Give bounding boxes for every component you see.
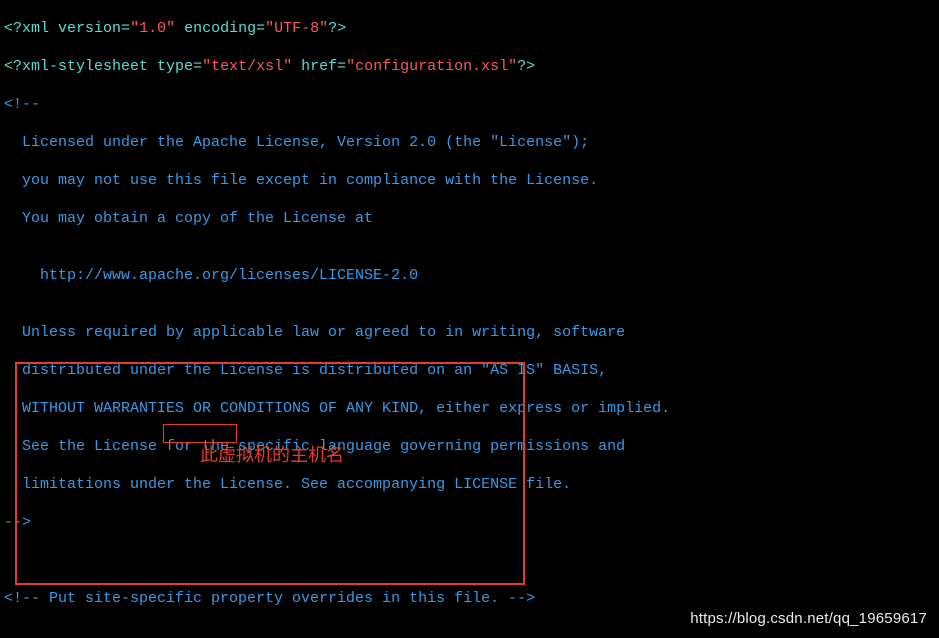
equals: = bbox=[121, 20, 130, 37]
attr-href-name: href bbox=[292, 58, 337, 75]
watermark-text: https://blog.csdn.net/qq_19659617 bbox=[690, 609, 927, 628]
license-line: See the License for the specific languag… bbox=[4, 437, 935, 456]
stylesheet-tag: xml-stylesheet bbox=[22, 58, 148, 75]
site-specific-comment: <!-- Put site-specific property override… bbox=[4, 589, 935, 608]
equals: = bbox=[256, 20, 265, 37]
attr-href-val: "configuration.xsl" bbox=[346, 58, 517, 75]
license-line: distributed under the License is distrib… bbox=[4, 361, 935, 380]
license-line: limitations under the License. See accom… bbox=[4, 475, 935, 494]
equals: = bbox=[337, 58, 346, 75]
stylesheet-open: <? bbox=[4, 58, 22, 75]
license-line: You may obtain a copy of the License at bbox=[4, 209, 935, 228]
license-line: WITHOUT WARRANTIES OR CONDITIONS OF ANY … bbox=[4, 399, 935, 418]
license-line-url: http://www.apache.org/licenses/LICENSE-2… bbox=[4, 266, 935, 285]
attr-encoding-val: "UTF-8" bbox=[265, 20, 328, 37]
equals: = bbox=[193, 58, 202, 75]
license-comment-close: --> bbox=[4, 513, 935, 532]
attr-version-val: "1.0" bbox=[130, 20, 175, 37]
attr-version-name: version bbox=[49, 20, 121, 37]
attr-encoding-name: encoding bbox=[175, 20, 256, 37]
xml-decl-close: ?> bbox=[328, 20, 346, 37]
blank-line bbox=[4, 627, 935, 638]
code-line-stylesheet: <?xml-stylesheet type="text/xsl" href="c… bbox=[4, 57, 935, 76]
blank-line bbox=[4, 551, 935, 570]
license-line: Licensed under the Apache License, Versi… bbox=[4, 133, 935, 152]
attr-type-val: "text/xsl" bbox=[202, 58, 292, 75]
license-line: Unless required by applicable law or agr… bbox=[4, 323, 935, 342]
attr-type-name: type bbox=[148, 58, 193, 75]
stylesheet-close: ?> bbox=[517, 58, 535, 75]
xml-decl-tag: xml bbox=[22, 20, 49, 37]
license-comment-open: <!-- bbox=[4, 95, 935, 114]
terminal-editor[interactable]: <?xml version="1.0" encoding="UTF-8"?> <… bbox=[0, 0, 939, 638]
code-line-xml-decl: <?xml version="1.0" encoding="UTF-8"?> bbox=[4, 19, 935, 38]
xml-decl-open: <? bbox=[4, 20, 22, 37]
license-line: you may not use this file except in comp… bbox=[4, 171, 935, 190]
